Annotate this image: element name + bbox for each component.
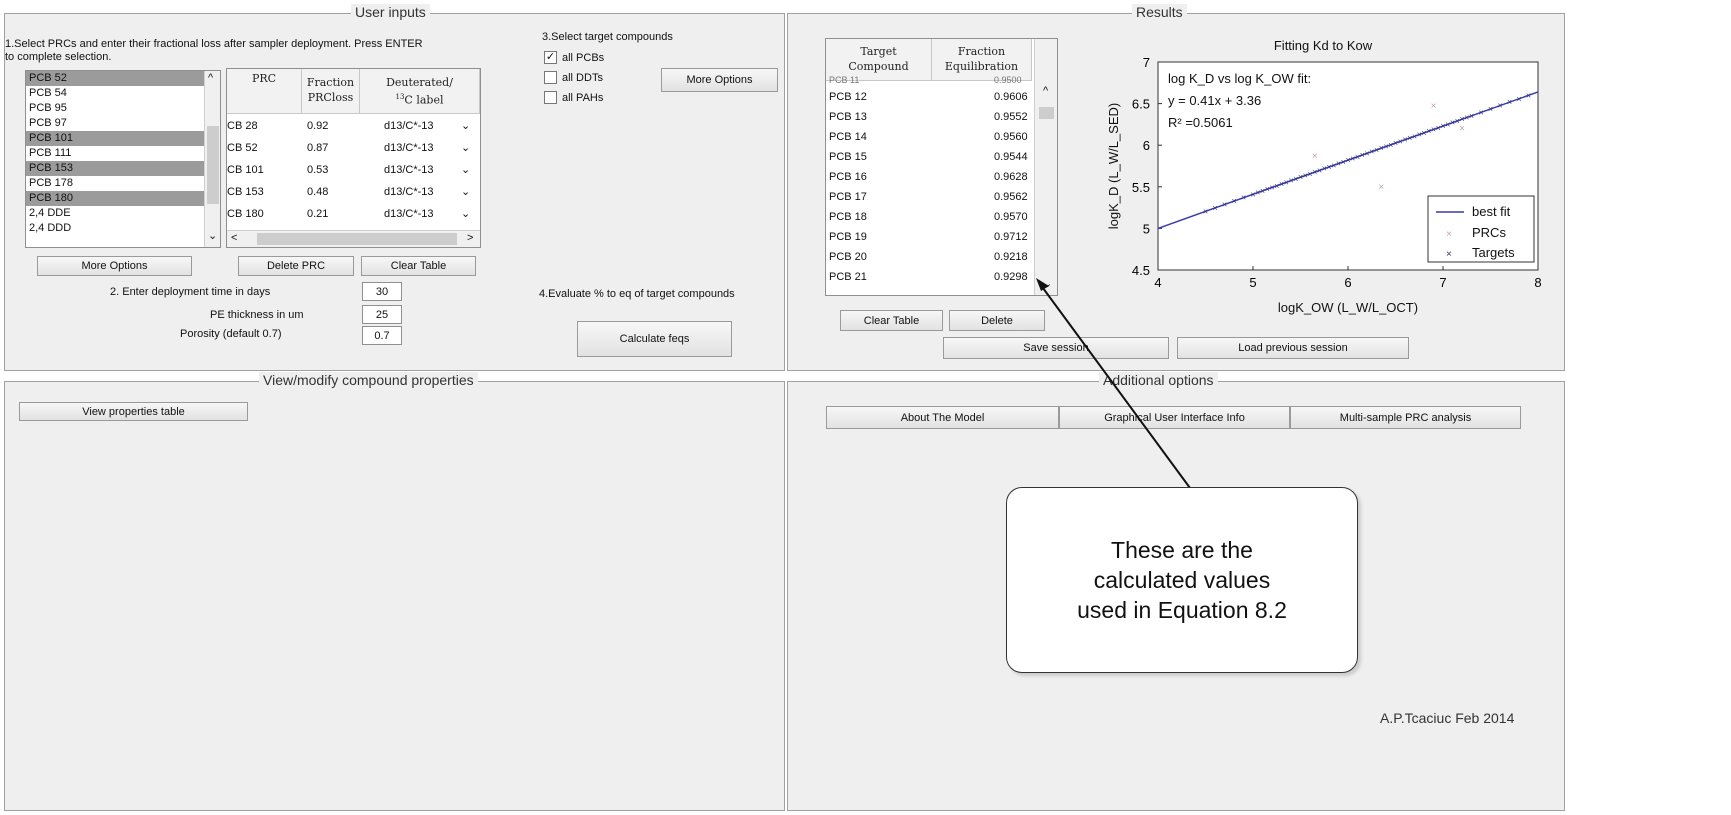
callout-box: These are the calculated values used in … [1006, 487, 1358, 673]
callout-line2: calculated values [1093, 567, 1271, 593]
callout-line1: These are the [1111, 537, 1253, 563]
callout-line3: used in Equation 8.2 [1077, 597, 1287, 623]
callout-arrow [1036, 278, 1191, 489]
